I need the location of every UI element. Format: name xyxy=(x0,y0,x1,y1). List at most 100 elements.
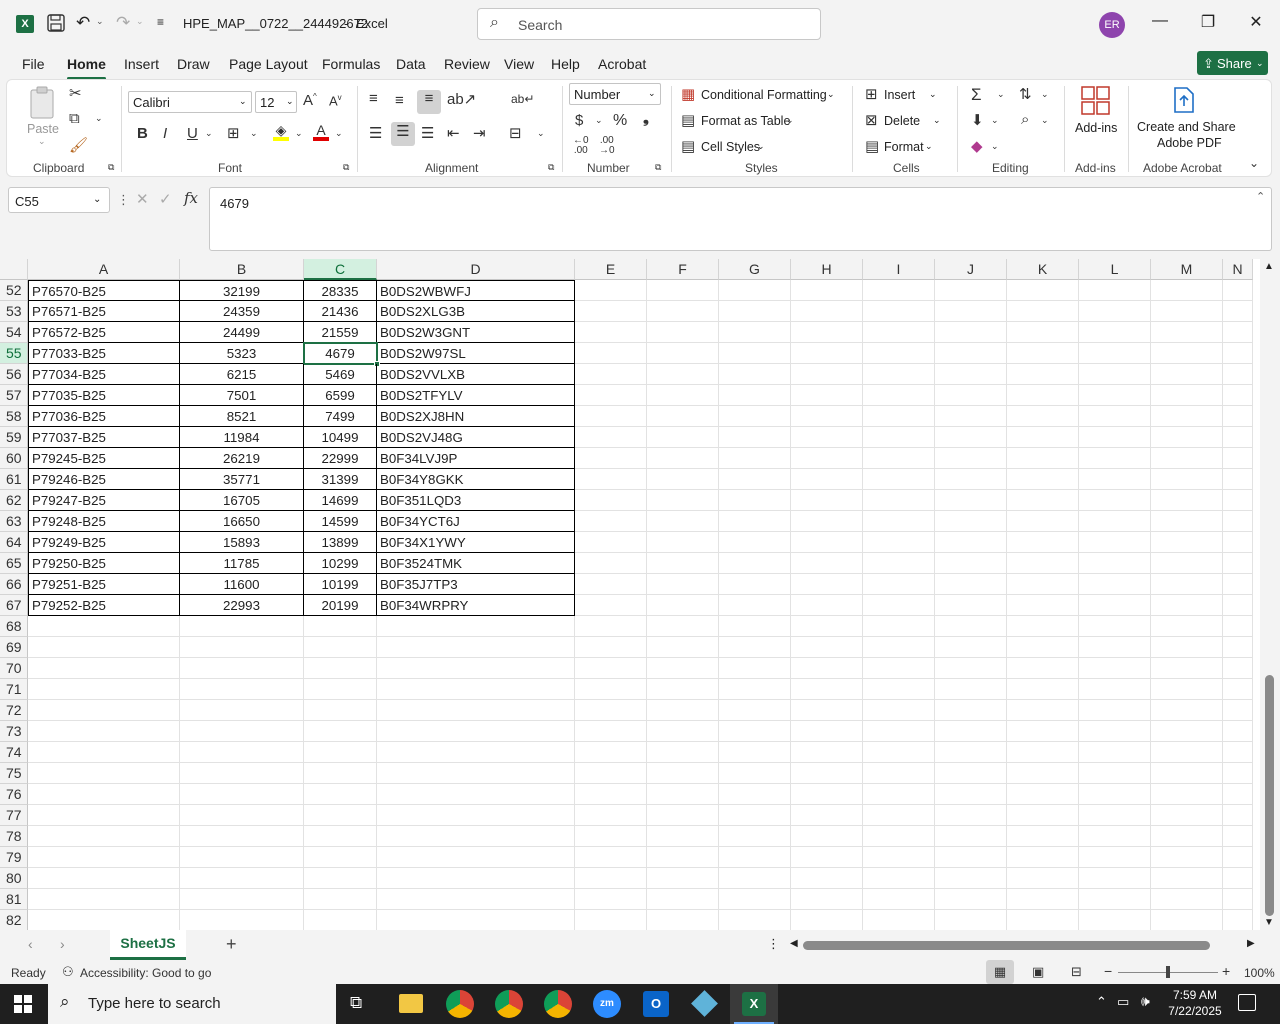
cell-b53[interactable]: 24359 xyxy=(180,301,304,322)
increase-indent-icon[interactable]: ⇥ xyxy=(473,124,486,142)
currency-dropdown-icon[interactable]: ⌄ xyxy=(595,115,603,126)
cell-i59[interactable] xyxy=(863,427,935,448)
cell-l64[interactable] xyxy=(1079,532,1151,553)
add-sheet-icon[interactable]: + xyxy=(226,934,237,955)
cell-h58[interactable] xyxy=(791,406,863,427)
show-hidden-icons-icon[interactable]: ⌃ xyxy=(1096,994,1107,1010)
row-header[interactable]: 75 xyxy=(0,763,28,784)
cell-l79[interactable] xyxy=(1079,847,1151,868)
align-right-icon[interactable]: ☰ xyxy=(421,124,434,142)
cell-l81[interactable] xyxy=(1079,889,1151,910)
cell-g77[interactable] xyxy=(719,805,791,826)
cell-l76[interactable] xyxy=(1079,784,1151,805)
undo-dropdown-icon[interactable]: ⌄ xyxy=(96,16,104,27)
cell-i64[interactable] xyxy=(863,532,935,553)
cell-k55[interactable] xyxy=(1007,343,1079,364)
network-icon[interactable]: ▭ xyxy=(1117,994,1129,1010)
cell-b52[interactable]: 32199 xyxy=(180,280,304,301)
cell-l65[interactable] xyxy=(1079,553,1151,574)
customize-toolbar-icon[interactable]: ≡ xyxy=(157,15,164,29)
cell-j57[interactable] xyxy=(935,385,1007,406)
cell-n52[interactable] xyxy=(1223,280,1253,301)
fill-color-icon[interactable]: ◈ xyxy=(273,122,289,141)
cell-d57[interactable]: B0DS2TFYLV xyxy=(377,385,575,406)
cell-e77[interactable] xyxy=(575,805,647,826)
fill-icon[interactable]: ⬇ xyxy=(971,111,984,129)
cell-b68[interactable] xyxy=(180,616,304,637)
cell-a80[interactable] xyxy=(28,868,180,889)
cell-k60[interactable] xyxy=(1007,448,1079,469)
cell-g80[interactable] xyxy=(719,868,791,889)
row-header[interactable]: 56 xyxy=(0,364,28,385)
cell-c52[interactable]: 28335 xyxy=(304,280,377,301)
row-header[interactable]: 81 xyxy=(0,889,28,910)
cell-a54[interactable]: P76572-B25 xyxy=(28,322,180,343)
cell-n66[interactable] xyxy=(1223,574,1253,595)
search-input[interactable]: ⌕ Search xyxy=(477,8,821,40)
add-ins-button[interactable]: Add-ins xyxy=(1073,86,1123,140)
row-header[interactable]: 74 xyxy=(0,742,28,763)
cell-l57[interactable] xyxy=(1079,385,1151,406)
conditional-formatting-icon[interactable]: ▦ xyxy=(681,85,695,103)
cell-l60[interactable] xyxy=(1079,448,1151,469)
cell-k81[interactable] xyxy=(1007,889,1079,910)
normal-view-icon[interactable]: ▦ xyxy=(986,960,1014,984)
cell-n77[interactable] xyxy=(1223,805,1253,826)
cell-f68[interactable] xyxy=(647,616,719,637)
cell-k72[interactable] xyxy=(1007,700,1079,721)
cell-a53[interactable]: P76571-B25 xyxy=(28,301,180,322)
cell-a57[interactable]: P77035-B25 xyxy=(28,385,180,406)
row-header[interactable]: 54 xyxy=(0,322,28,343)
cell-d54[interactable]: B0DS2W3GNT xyxy=(377,322,575,343)
cell-f54[interactable] xyxy=(647,322,719,343)
cell-n58[interactable] xyxy=(1223,406,1253,427)
cell-d81[interactable] xyxy=(377,889,575,910)
cell-g75[interactable] xyxy=(719,763,791,784)
row-header[interactable]: 58 xyxy=(0,406,28,427)
cell-g70[interactable] xyxy=(719,658,791,679)
cell-k56[interactable] xyxy=(1007,364,1079,385)
cell-n56[interactable] xyxy=(1223,364,1253,385)
percent-icon[interactable]: % xyxy=(613,112,627,130)
ribbon-collapse-icon[interactable]: ⌄ xyxy=(1249,156,1259,170)
cell-c62[interactable]: 14699 xyxy=(304,490,377,511)
cell-a82[interactable] xyxy=(28,910,180,930)
cell-k77[interactable] xyxy=(1007,805,1079,826)
cell-a76[interactable] xyxy=(28,784,180,805)
cell-d79[interactable] xyxy=(377,847,575,868)
cell-b56[interactable]: 6215 xyxy=(180,364,304,385)
cell-k62[interactable] xyxy=(1007,490,1079,511)
cell-f52[interactable] xyxy=(647,280,719,301)
font-color-icon[interactable]: A xyxy=(313,122,329,141)
currency-icon[interactable]: $ xyxy=(575,112,583,129)
cell-i70[interactable] xyxy=(863,658,935,679)
cell-f71[interactable] xyxy=(647,679,719,700)
outlook-icon[interactable]: O xyxy=(643,991,669,1017)
cell-g57[interactable] xyxy=(719,385,791,406)
cell-g73[interactable] xyxy=(719,721,791,742)
row-header[interactable]: 57 xyxy=(0,385,28,406)
decrease-decimal-icon[interactable]: .00 →0 xyxy=(599,136,615,156)
cell-d53[interactable]: B0DS2XLG3B xyxy=(377,301,575,322)
autosum-icon[interactable]: Σ xyxy=(971,85,982,105)
cell-e80[interactable] xyxy=(575,868,647,889)
cell-b64[interactable]: 15893 xyxy=(180,532,304,553)
cell-f74[interactable] xyxy=(647,742,719,763)
cell-a71[interactable] xyxy=(28,679,180,700)
cell-g64[interactable] xyxy=(719,532,791,553)
alignment-launcher-icon[interactable]: ⧉ xyxy=(548,162,554,173)
cell-l75[interactable] xyxy=(1079,763,1151,784)
more-icon[interactable]: ⋮ xyxy=(117,192,130,208)
tab-formulas[interactable]: Formulas xyxy=(322,56,380,72)
cell-a81[interactable] xyxy=(28,889,180,910)
cell-c67[interactable]: 20199 xyxy=(304,595,377,616)
cell-l77[interactable] xyxy=(1079,805,1151,826)
cell-h74[interactable] xyxy=(791,742,863,763)
column-header-m[interactable]: M xyxy=(1151,259,1223,280)
cell-c66[interactable]: 10199 xyxy=(304,574,377,595)
row-header[interactable]: 62 xyxy=(0,490,28,511)
cell-m80[interactable] xyxy=(1151,868,1223,889)
cell-m66[interactable] xyxy=(1151,574,1223,595)
cell-h52[interactable] xyxy=(791,280,863,301)
cell-l58[interactable] xyxy=(1079,406,1151,427)
